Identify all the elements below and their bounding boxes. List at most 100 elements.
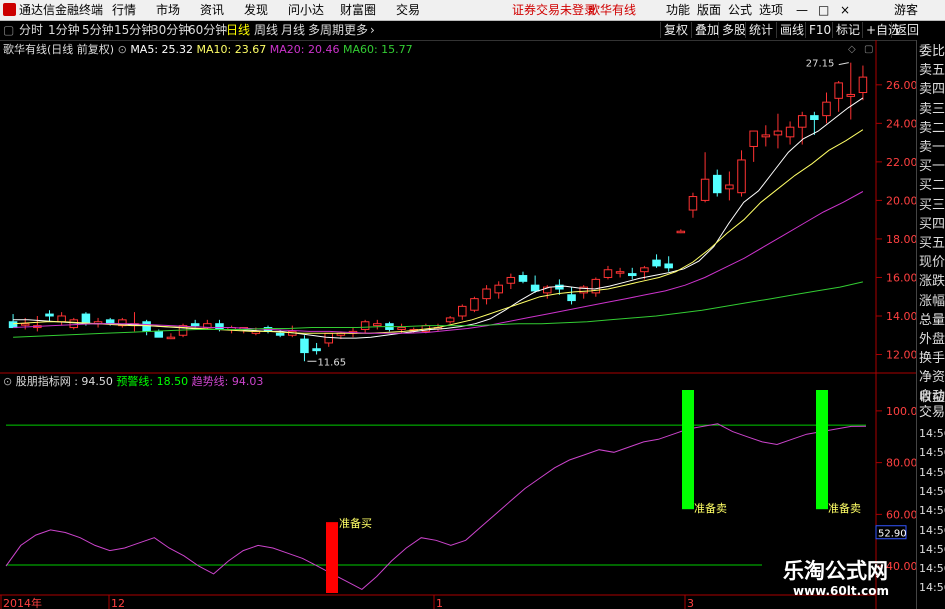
candle-body <box>785 126 795 138</box>
period-more[interactable]: 更多 <box>344 23 368 38</box>
period-monthly[interactable]: 月线 <box>281 23 305 38</box>
sell-signal-bar <box>816 390 828 510</box>
window-icon: ▢ <box>864 44 873 55</box>
ma5-line <box>13 97 864 339</box>
menu-item-options[interactable]: 选项 <box>759 2 783 18</box>
price-tick-label: 26.00 <box>886 79 916 92</box>
candle-body <box>312 348 321 352</box>
sell-signal-label: 准备卖 <box>828 501 861 515</box>
period-1min[interactable]: 1分钟 <box>48 23 80 38</box>
menu-bar: 通达信金融终端 行情 市场 资讯 发现 问小达 财富圈 交易 证券交易未登录 歌… <box>0 0 945 21</box>
low-price-label: 11.65 <box>317 357 346 368</box>
tool-f10[interactable]: F10 <box>805 22 834 38</box>
tool-draw[interactable]: 画线 <box>776 22 807 38</box>
candle-body <box>688 196 698 211</box>
app-logo-icon <box>3 3 16 16</box>
side-panel-item: 14:56 <box>919 484 945 498</box>
candle-body <box>373 323 382 327</box>
candle-body <box>190 323 200 327</box>
high-price-label: 27.15 <box>806 59 835 70</box>
price-tick-label: 18.00 <box>886 233 916 246</box>
time-tick-label: 1 <box>436 597 443 609</box>
side-panel-item: 总量 <box>919 312 945 328</box>
candle-body <box>615 271 625 274</box>
tool-back[interactable]: 返回 <box>891 22 922 38</box>
side-panel-item: 14:56 <box>919 427 945 440</box>
maximize-button[interactable]: □ <box>818 2 829 18</box>
candle-body <box>797 115 807 128</box>
candle-body <box>275 332 285 336</box>
guest-label[interactable]: 游客 <box>894 2 918 18</box>
time-tick-label: 12 <box>111 597 125 609</box>
candle-body <box>215 323 224 330</box>
side-panel-item: 卖五 <box>919 63 945 79</box>
tool-adjust[interactable]: 复权 <box>660 22 691 38</box>
current-value-label: 52.90 <box>878 529 907 540</box>
time-tick-label: 3 <box>687 597 694 609</box>
sell-signal-bar <box>682 390 694 510</box>
period-15min[interactable]: 15分钟 <box>114 23 153 38</box>
menu-item-functions[interactable]: 功能 <box>666 2 690 18</box>
candle-body <box>397 327 406 330</box>
menu-item-news[interactable]: 资讯 <box>200 2 224 18</box>
ma10-line <box>13 129 864 334</box>
side-panel-item[interactable]: 交易 <box>919 405 945 420</box>
candle-body <box>858 76 868 94</box>
candle-body <box>482 288 491 300</box>
side-panel-item: 涨跌 <box>919 274 945 290</box>
candle-body <box>676 230 686 234</box>
period-intraday[interactable]: 分时 <box>19 23 43 38</box>
menu-item-ask[interactable]: 问小达 <box>288 2 324 18</box>
kline-chart[interactable]: 27.15 11.65 ◇ ▢ 准备买 准备卖 准备卖 26.00 24.00 22.00 20… <box>0 40 916 609</box>
candle-body <box>737 159 746 194</box>
menu-item-trade[interactable]: 交易 <box>396 2 420 18</box>
side-panel-item: 14:56 <box>919 504 945 518</box>
candle-body <box>640 267 649 273</box>
menu-item-wealth[interactable]: 财富圈 <box>340 2 376 18</box>
price-tick-label: 12.00 <box>886 349 916 362</box>
sell-signal-label: 准备卖 <box>694 501 727 515</box>
menu-item-market[interactable]: 行情 <box>112 2 136 18</box>
close-button[interactable]: × <box>840 2 850 18</box>
candle-body <box>45 313 54 317</box>
candle-body <box>458 305 467 317</box>
quote-side-panel: 委比 卖五 卖四 卖三 卖二 卖一 买一 买二 买三 买四 买五 现价 涨跌 涨幅 总量 外盘 换手 净资 收益 自动… <box>916 40 945 609</box>
diamond-icon: ◇ <box>848 44 856 55</box>
menu-item-layout[interactable]: 版面 <box>697 2 721 18</box>
period-weekly[interactable]: 周线 <box>254 23 278 38</box>
stock-name-title: 歌华有线 <box>588 3 637 17</box>
period-30min[interactable]: 30分钟 <box>151 23 190 38</box>
side-panel-item: 买四 <box>919 216 945 232</box>
candle-body <box>360 321 370 330</box>
candle-body <box>20 323 30 326</box>
side-panel-item[interactable]: 自动 <box>919 389 945 404</box>
period-multi[interactable]: 多周期 <box>308 23 344 38</box>
side-panel-item: 外盘 <box>919 332 945 347</box>
side-panel-item: 14:56 <box>919 523 945 537</box>
tool-mark[interactable]: 标记 <box>832 22 863 38</box>
candle-body <box>810 115 819 120</box>
period-daily[interactable]: 日线 <box>226 23 250 38</box>
login-status[interactable]: 证券交易未登录 <box>512 2 596 18</box>
price-tick-label: 22.00 <box>886 156 916 169</box>
candle-body <box>652 259 661 267</box>
minimize-button[interactable]: — <box>796 2 808 18</box>
candle-body <box>846 93 856 97</box>
price-tick-label: 16.00 <box>886 271 916 284</box>
menu-item-exchange[interactable]: 市场 <box>156 2 180 18</box>
side-panel-item: 卖四 <box>919 82 945 98</box>
side-panel-item: 买三 <box>919 197 945 213</box>
side-panel-item: 14:56 <box>919 542 945 556</box>
candle-body <box>567 294 576 302</box>
menu-item-formula[interactable]: 公式 <box>728 2 752 18</box>
toolbar-toggle-icon[interactable]: ▢ <box>3 23 14 38</box>
menu-item-discover[interactable]: 发现 <box>244 2 268 18</box>
chevron-right-icon[interactable]: › <box>370 23 375 38</box>
period-60min[interactable]: 60分钟 <box>188 23 227 38</box>
tool-stats[interactable]: 统计 <box>745 22 776 38</box>
candle-body <box>773 130 783 136</box>
candle-body <box>166 336 176 340</box>
candle-body <box>506 276 516 284</box>
period-5min[interactable]: 5分钟 <box>82 23 114 38</box>
ma20-line <box>13 191 864 334</box>
